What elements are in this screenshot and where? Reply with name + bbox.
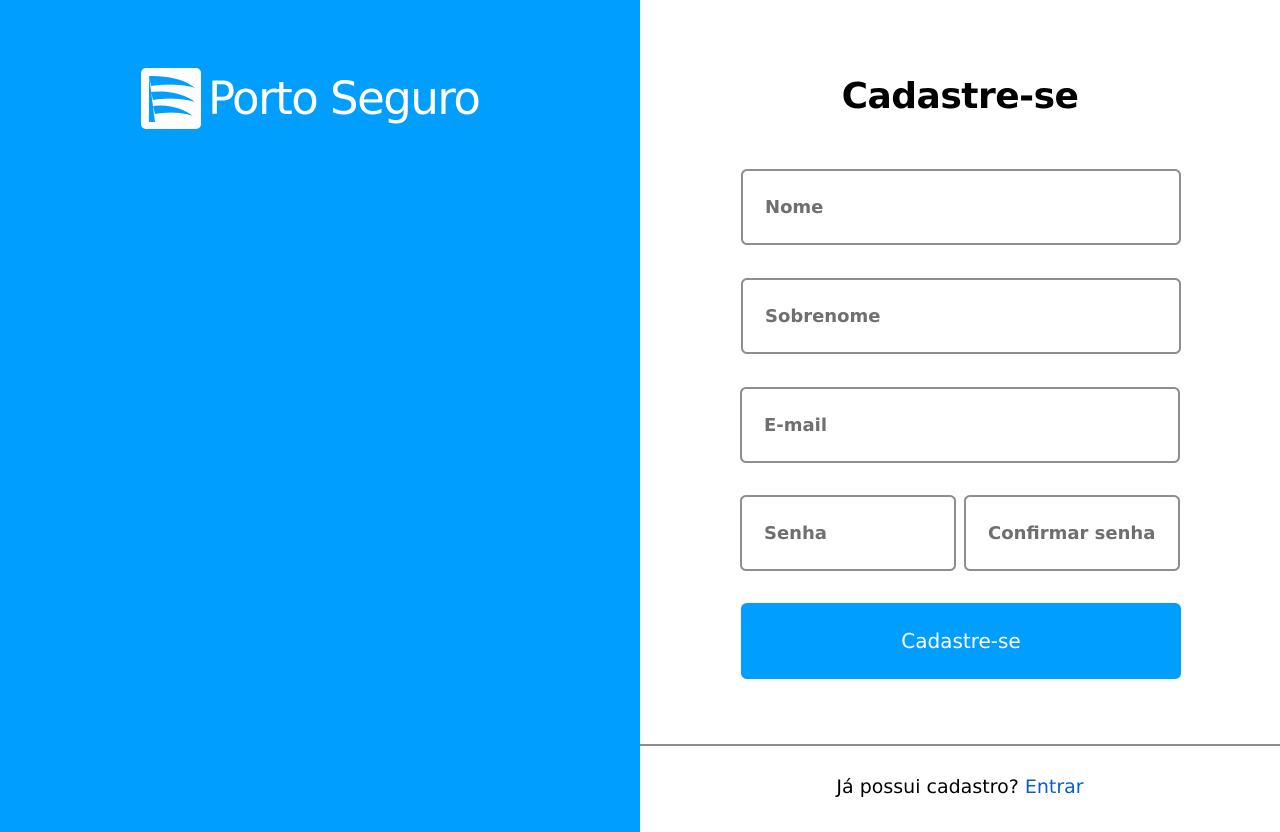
sobrenome-input[interactable] <box>765 305 1179 327</box>
signup-page: Porto Seguro Cadastre-se Cadastre-se Já … <box>0 0 1280 832</box>
divider <box>640 744 1280 746</box>
form-panel: Cadastre-se Cadastre-se Já possui cadast… <box>640 0 1280 832</box>
brand-logo: Porto Seguro <box>141 68 481 129</box>
login-link[interactable]: Entrar <box>1025 776 1084 798</box>
login-prompt-text: Já possui cadastro? <box>836 776 1019 798</box>
nome-input[interactable] <box>765 196 1179 218</box>
page-title: Cadastre-se <box>841 76 1079 117</box>
signup-button[interactable]: Cadastre-se <box>741 603 1181 679</box>
senha-field[interactable] <box>740 495 956 571</box>
sobrenome-field[interactable] <box>741 278 1181 354</box>
senha-input[interactable] <box>764 522 954 544</box>
confirmar-senha-field[interactable] <box>964 495 1180 571</box>
login-prompt: Já possui cadastro? Entrar <box>640 776 1280 798</box>
email-input[interactable] <box>764 414 1178 436</box>
email-field[interactable] <box>740 387 1180 463</box>
brand-name: Porto Seguro <box>208 72 481 125</box>
confirmar-senha-input[interactable] <box>988 522 1178 544</box>
brand-panel: Porto Seguro <box>0 0 640 832</box>
porto-seguro-sail-icon <box>141 68 201 129</box>
nome-field[interactable] <box>741 169 1181 245</box>
